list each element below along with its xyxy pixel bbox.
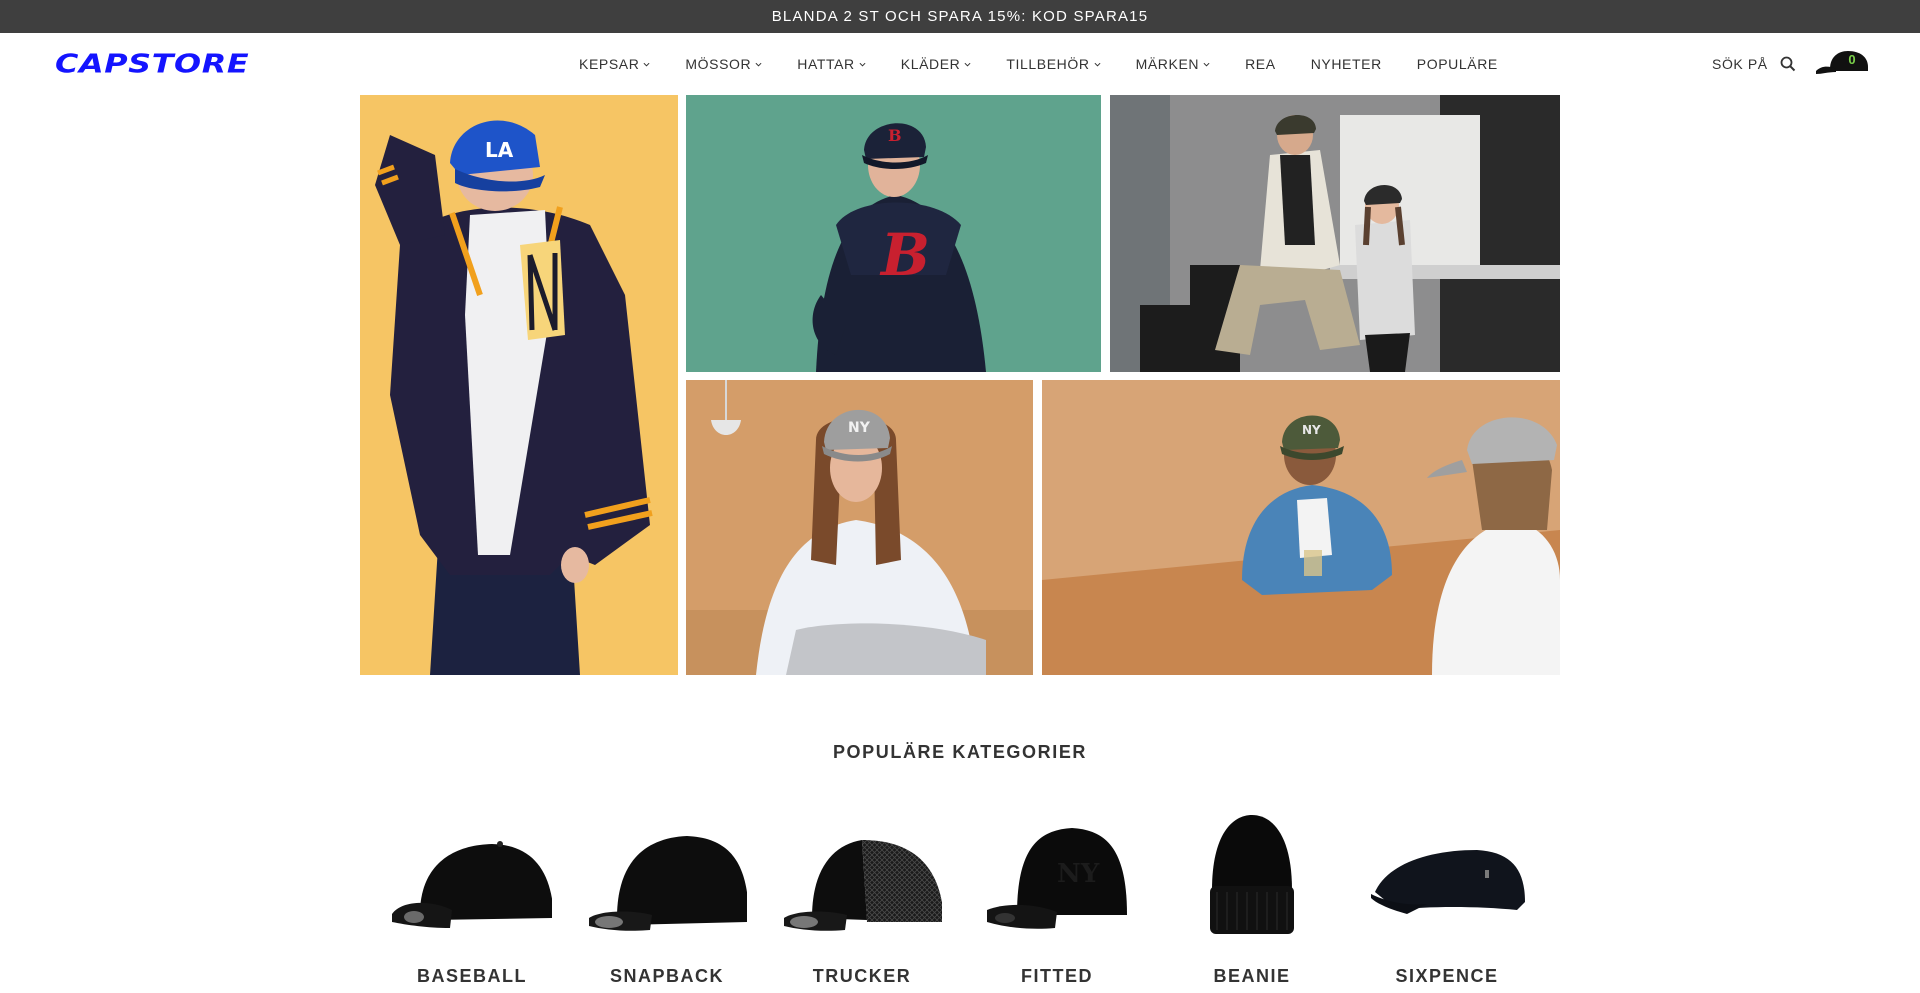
nav-label: MÄRKEN (1135, 56, 1200, 72)
category-sixpence[interactable]: SIXPENCE (1357, 800, 1537, 993)
nav-item-kepsar[interactable]: KEPSAR (579, 56, 650, 72)
trucker-cap-icon (782, 810, 942, 940)
chevron-down-icon (755, 61, 762, 68)
announcement-text: BLANDA 2 ST OCH SPARA 15%: KOD SPARA15 (771, 8, 1149, 25)
nav-item-klader[interactable]: KLÄDER (901, 56, 972, 72)
search-button[interactable]: SÖK PÅ (1712, 33, 1796, 95)
svg-text:NY: NY (1302, 423, 1321, 437)
store-logo[interactable]: CAPSTORE (55, 49, 249, 78)
category-beanie[interactable]: BEANIE (1162, 800, 1342, 993)
chevron-down-icon (1094, 61, 1101, 68)
nav-label: REA (1245, 56, 1276, 72)
main-nav: KEPSAR MÖSSOR HATTAR KLÄDER TILLBEHÖR MÄ… (579, 33, 1533, 95)
category-label: SNAPBACK (609, 966, 724, 986)
hero-tile-varsity-jacket[interactable]: LA (360, 95, 678, 675)
nav-label: HATTAR (797, 56, 855, 72)
category-label: TRUCKER (812, 966, 912, 986)
svg-text:B: B (879, 221, 930, 289)
category-label: BASEBALL (417, 966, 527, 986)
chevron-down-icon (859, 61, 866, 68)
category-baseball[interactable]: BASEBALL (382, 800, 562, 993)
nav-item-rea[interactable]: REA (1245, 56, 1276, 72)
beanie-icon (1172, 810, 1332, 940)
chevron-down-icon (1203, 61, 1210, 68)
nav-item-marken[interactable]: MÄRKEN (1136, 56, 1211, 72)
snapback-cap-icon (587, 810, 747, 940)
hero-tile-grey-cap-woman[interactable]: NY (686, 380, 1033, 675)
hero-tile-boston-hoodie[interactable]: B B (686, 95, 1101, 372)
baseball-cap-icon (392, 810, 552, 940)
site-header: CAPSTORE KEPSAR MÖSSOR HATTAR KLÄDER TIL… (0, 33, 1920, 95)
svg-text:NY: NY (848, 420, 871, 436)
cart-button[interactable]: 0 (1816, 47, 1870, 77)
nav-label: KLÄDER (900, 56, 961, 72)
announcement-bar: BLANDA 2 ST OCH SPARA 15%: KOD SPARA15 (0, 0, 1920, 33)
category-fitted[interactable]: NY FITTED (967, 800, 1147, 993)
chevron-down-icon (643, 61, 650, 68)
hero-tile-couple-studio[interactable] (1110, 95, 1560, 372)
category-snapback[interactable]: SNAPBACK (577, 800, 757, 993)
nav-label: MÖSSOR (685, 56, 752, 72)
nav-item-nyheter[interactable]: NYHETER (1311, 56, 1382, 72)
fitted-cap-icon: NY (977, 810, 1137, 940)
hero-mosaic: LA B B NY NY (0, 95, 1920, 675)
chevron-down-icon (964, 61, 971, 68)
popular-categories-title: POPULÄRE KATEGORIER (832, 742, 1088, 762)
svg-text:LA: LA (485, 138, 514, 162)
nav-label: KEPSAR (579, 56, 640, 72)
nav-item-mossor[interactable]: MÖSSOR (685, 56, 762, 72)
nav-label: NYHETER (1310, 56, 1382, 72)
search-label: SÖK PÅ (1712, 56, 1768, 72)
nav-item-hattar[interactable]: HATTAR (797, 56, 866, 72)
svg-text:NY: NY (1057, 859, 1100, 889)
search-icon (1780, 56, 1796, 72)
cart-count: 0 (1848, 52, 1856, 67)
hero-tile-table-conversation[interactable]: NY (1042, 380, 1560, 675)
nav-label: TILLBEHÖR (1006, 56, 1090, 72)
category-label: FITTED (1021, 966, 1093, 986)
category-label: BEANIE (1213, 966, 1291, 986)
sixpence-cap-icon (1367, 810, 1527, 940)
svg-text:B: B (888, 126, 902, 145)
nav-item-tillbehor[interactable]: TILLBEHÖR (1006, 56, 1101, 72)
nav-item-populare[interactable]: POPULÄRE (1417, 56, 1498, 72)
nav-label: POPULÄRE (1416, 56, 1498, 72)
category-trucker[interactable]: TRUCKER (772, 800, 952, 993)
category-grid: BASEBALL SNAPBACK TRUCKER NY FITTED BEAN… (0, 800, 1920, 993)
category-label: SIXPENCE (1395, 966, 1499, 986)
